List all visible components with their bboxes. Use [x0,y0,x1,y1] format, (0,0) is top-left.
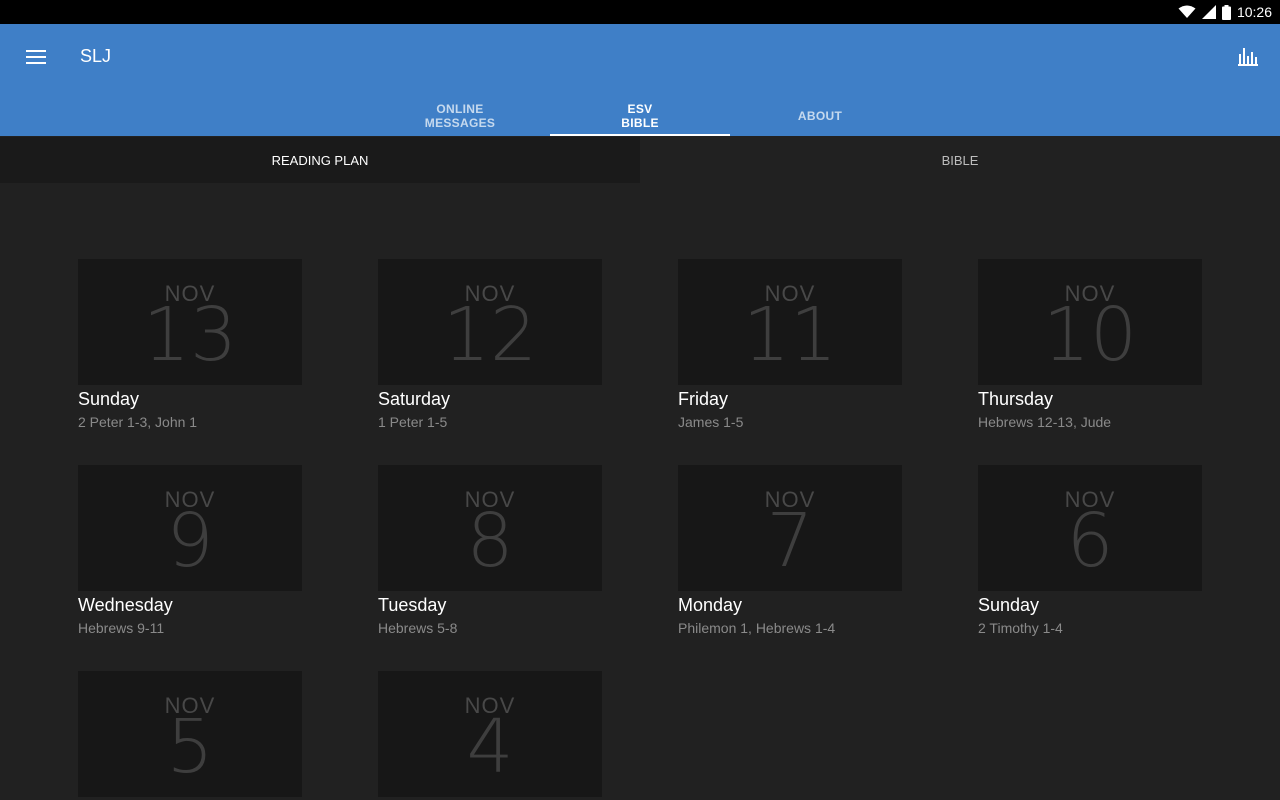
app-title: SLJ [80,46,112,66]
reading-card-nov-8[interactable]: NOV 8 Tuesday Hebrews 5-8 [378,465,602,636]
reading-weekday: Tuesday [378,595,447,615]
date-thumbnail: NOV 11 [678,259,902,385]
reading-weekday: Friday [678,389,729,409]
main-tabs: ONLINE MESSAGES ESV BIBLE ABOUT [370,96,910,136]
reading-passage: Hebrews 9-11 [78,620,165,636]
tab-about[interactable]: ABOUT [730,96,910,136]
reading-card-nov-13[interactable]: NOV 13 Sunday 2 Peter 1-3, John 1 [78,259,302,430]
subtab-bible[interactable]: BIBLE [640,137,1280,183]
date-thumbnail: NOV 8 [378,465,602,591]
date-day: 4 [466,704,514,790]
date-day: 8 [466,498,514,584]
reading-passage: Hebrews 5-8 [378,620,458,636]
date-thumbnail: NOV 6 [978,465,1202,591]
menu-button[interactable] [16,40,56,74]
status-bar: 10:26 [0,0,1280,24]
reading-card-nov-11[interactable]: NOV 11 Friday James 1-5 [678,259,902,430]
date-thumbnail: NOV 4 [378,671,602,797]
tab-label-line2: BIBLE [621,116,659,130]
date-day: 13 [142,292,238,378]
date-day: 6 [1066,498,1114,584]
date-thumbnail: NOV 9 [78,465,302,591]
reading-passage: James 1-5 [678,414,744,430]
tab-label-line1: ABOUT [797,109,843,123]
reading-weekday: Sunday [78,389,140,409]
date-day: 11 [742,292,838,378]
tab-label-line2: MESSAGES [424,116,496,130]
stats-button[interactable] [1232,40,1264,72]
reading-passage: Philemon 1, Hebrews 1-4 [678,620,836,636]
tab-esv-bible[interactable]: ESV BIBLE [550,96,730,136]
reading-weekday: Monday [678,595,743,615]
bar-chart-icon [1238,48,1258,66]
reading-passage: 2 Peter 1-3, John 1 [78,414,198,430]
wifi-icon [1178,5,1196,18]
date-thumbnail: NOV 13 [78,259,302,385]
reading-passage: 1 Peter 1-5 [378,414,448,430]
reading-card-nov-5[interactable]: NOV 5 [78,671,302,797]
date-thumbnail: NOV 5 [78,671,302,797]
tab-label-line1: ONLINE [436,102,484,116]
date-day: 7 [766,498,814,584]
reading-card-nov-9[interactable]: NOV 9 Wednesday Hebrews 9-11 [78,465,302,636]
reading-card-nov-6[interactable]: NOV 6 Sunday 2 Timothy 1-4 [978,465,1202,636]
cellular-signal-icon [1201,5,1216,19]
subtab-reading-plan[interactable]: READING PLAN [0,137,640,183]
sub-tabs: READING PLAN BIBLE [0,137,1280,183]
date-thumbnail: NOV 10 [978,259,1202,385]
date-day: 9 [166,498,214,584]
tab-online-messages[interactable]: ONLINE MESSAGES [370,96,550,136]
reading-weekday: Sunday [978,595,1040,615]
status-time: 10:26 [1236,4,1272,20]
reading-weekday: Wednesday [78,595,173,615]
reading-passage: 2 Timothy 1-4 [978,620,1063,636]
battery-icon [1221,4,1231,20]
reading-card-nov-10[interactable]: NOV 10 Thursday Hebrews 12-13, Jude [978,259,1202,430]
app-bar: SLJ ONLINE MESSAGES ESV BIBLE ABOUT [0,24,1280,136]
date-day: 10 [1042,292,1138,378]
menu-icon [26,50,46,52]
reading-card-nov-7[interactable]: NOV 7 Monday Philemon 1, Hebrews 1-4 [678,465,902,636]
reading-weekday: Saturday [378,389,451,409]
reading-passage: Hebrews 12-13, Jude [978,414,1112,430]
date-day: 5 [166,704,214,790]
tab-label-line1: ESV [627,102,653,116]
date-day: 12 [442,292,538,378]
date-thumbnail: NOV 12 [378,259,602,385]
reading-card-nov-12[interactable]: NOV 12 Saturday 1 Peter 1-5 [378,259,602,430]
date-thumbnail: NOV 7 [678,465,902,591]
reading-weekday: Thursday [978,389,1054,409]
reading-card-nov-4[interactable]: NOV 4 [378,671,602,797]
